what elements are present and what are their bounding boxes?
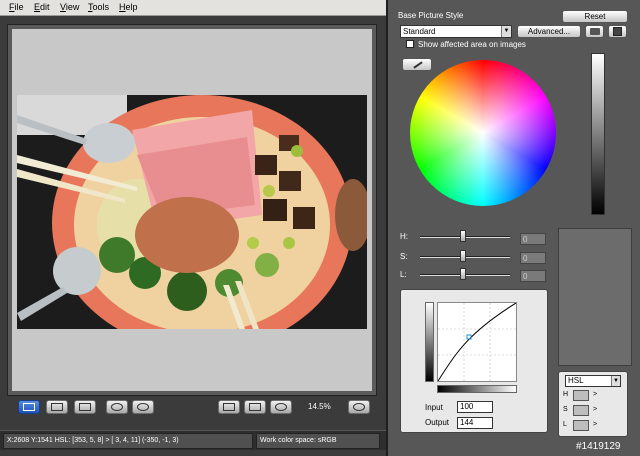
zoom-in-icon: [353, 403, 365, 411]
hsl-row-arrow: >: [593, 406, 598, 413]
hsl-row-arrow: >: [593, 421, 598, 428]
menu-bar: File Edit View Tools Help: [0, 0, 386, 16]
hue-label: H:: [400, 232, 408, 241]
hsl-row-s: S >: [563, 405, 623, 417]
food-photo-illustration: [17, 95, 367, 329]
hsl-row-label: H: [563, 391, 569, 398]
luminance-bar[interactable]: [591, 53, 605, 215]
input-label: Input: [425, 403, 443, 412]
menu-edit[interactable]: Edit: [34, 2, 50, 12]
hsl-row-label: L: [563, 421, 567, 428]
tone-curve-panel: Input 100 Output 144: [400, 289, 548, 433]
split-horizontal-icon: [79, 403, 91, 411]
hsl-row-field[interactable]: [573, 390, 589, 401]
hsl-row-l: L >: [563, 420, 623, 432]
menu-file[interactable]: File: [9, 2, 24, 12]
output-label: Output: [425, 418, 450, 427]
image-canvas: [12, 29, 372, 391]
rotate-right-button[interactable]: [132, 400, 154, 414]
split-vertical-button[interactable]: [46, 400, 68, 414]
luminance-label: L:: [400, 270, 407, 279]
base-picture-style-label: Base Picture Style: [398, 11, 464, 20]
luminance-value[interactable]: 0: [520, 270, 546, 282]
saturation-value[interactable]: 0: [520, 252, 546, 264]
hsl-row-field[interactable]: [573, 420, 589, 431]
watermark: #1419129: [576, 441, 621, 452]
hsl-adjust-panel: HSL ▼ H > S > L >: [558, 371, 628, 437]
output-gradient-bar: [425, 302, 434, 382]
rotate-left-icon: [111, 403, 123, 411]
open-style-button[interactable]: [585, 25, 604, 38]
fit-to-window-button[interactable]: [244, 400, 266, 414]
tone-curve-graph[interactable]: [437, 302, 517, 382]
zoom-out-icon: [275, 403, 287, 411]
actual-size-icon: [223, 403, 235, 411]
rotate-right-icon: [137, 403, 149, 411]
checkbox-box[interactable]: [406, 40, 414, 48]
saturation-slider-thumb[interactable]: [460, 250, 466, 262]
fit-to-window-icon: [249, 403, 261, 411]
hsl-mode-select[interactable]: HSL ▼: [565, 375, 621, 387]
actual-size-button[interactable]: [218, 400, 240, 414]
luminance-slider-thumb[interactable]: [460, 268, 466, 280]
color-preview-area: [558, 228, 632, 366]
save-style-button[interactable]: [608, 25, 627, 38]
zoom-level: 14.5%: [308, 402, 331, 411]
menu-help[interactable]: Help: [119, 2, 138, 12]
menu-view[interactable]: View: [60, 2, 79, 12]
color-space-info: Work color space: sRGB: [256, 433, 380, 449]
eyedropper-icon: [413, 61, 423, 69]
cursor-info: X:2608 Y:1541 HSL: [353, 5, 8] > [ 3, 4,…: [3, 433, 253, 449]
menu-tools[interactable]: Tools: [88, 2, 109, 12]
color-wheel[interactable]: [410, 60, 556, 206]
status-bar: X:2608 Y:1541 HSL: [353, 5, 8] > [ 3, 4,…: [0, 430, 386, 450]
hsl-row-arrow: >: [593, 391, 598, 398]
hsl-row-label: S: [563, 406, 568, 413]
rotate-left-button[interactable]: [106, 400, 128, 414]
zoom-out-button[interactable]: [270, 400, 292, 414]
folder-icon: [590, 28, 600, 35]
save-icon: [613, 27, 622, 36]
saturation-label: S:: [400, 252, 408, 261]
hsl-mode-value: HSL: [568, 376, 584, 385]
image-viewport[interactable]: [7, 24, 377, 396]
picture-style-value: Standard: [403, 27, 436, 36]
picture-style-panel: Base Picture Style Reset Standard ▼ Adva…: [386, 0, 640, 456]
viewer-toolbar: 14.5%: [0, 397, 386, 419]
hue-value[interactable]: 0: [520, 233, 546, 245]
picture-style-select[interactable]: Standard ▼: [400, 25, 512, 38]
hsl-row-h: H >: [563, 390, 623, 402]
hue-slider-thumb[interactable]: [460, 230, 466, 242]
advanced-button[interactable]: Advanced...: [517, 25, 581, 38]
show-affected-area-label: Show affected area on images: [418, 40, 526, 49]
food-photo[interactable]: [17, 95, 367, 329]
single-view-icon: [23, 403, 35, 411]
chevron-down-icon: ▼: [501, 26, 511, 37]
zoom-in-button[interactable]: [348, 400, 370, 414]
tone-curve-svg: [437, 302, 517, 382]
output-field[interactable]: 144: [457, 417, 493, 429]
split-horizontal-button[interactable]: [74, 400, 96, 414]
eyedropper-button[interactable]: [402, 58, 432, 71]
input-field[interactable]: 100: [457, 401, 493, 413]
input-gradient-bar: [437, 385, 517, 393]
reset-button[interactable]: Reset: [562, 10, 628, 23]
chevron-down-icon: ▼: [611, 376, 620, 386]
image-viewer-pane: File Edit View Tools Help 14.5% X:2608 Y…: [0, 0, 386, 456]
split-vertical-icon: [51, 403, 63, 411]
show-affected-area-checkbox[interactable]: Show affected area on images: [406, 40, 526, 49]
single-view-button[interactable]: [18, 400, 40, 414]
hsl-row-field[interactable]: [573, 405, 589, 416]
